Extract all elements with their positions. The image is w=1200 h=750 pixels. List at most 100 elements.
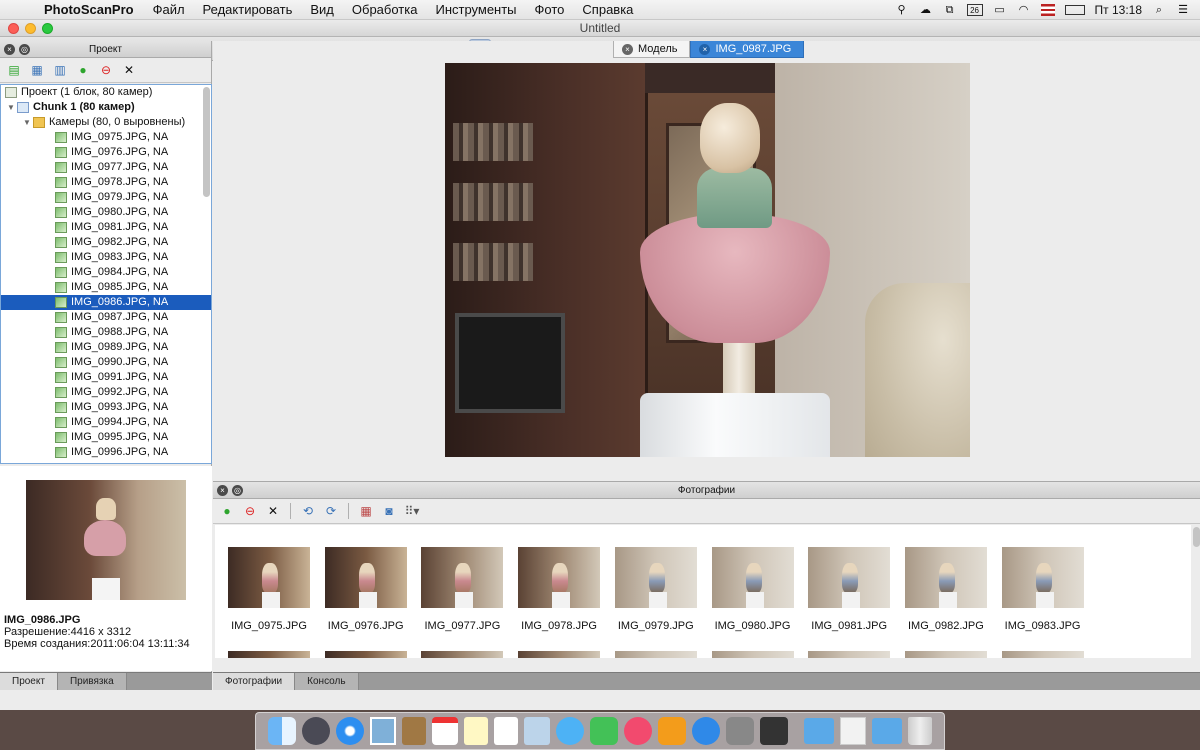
itunes-icon[interactable] [624, 717, 652, 745]
enable-camera-icon[interactable]: ● [217, 501, 237, 521]
tree-camera-row[interactable]: IMG_0976.JPG, NA [1, 145, 211, 160]
tree-camera-row[interactable]: IMG_0984.JPG, NA [1, 265, 211, 280]
menu-edit[interactable]: Редактировать [194, 2, 302, 17]
facetime-icon[interactable] [590, 717, 618, 745]
photo-thumbnail[interactable]: IMG_0983.JPG [1001, 547, 1084, 632]
rotate-left-icon[interactable]: ⟲ [298, 501, 318, 521]
preview-app-icon[interactable] [524, 717, 550, 745]
menu-tools[interactable]: Инструменты [426, 2, 525, 17]
ibooks-icon[interactable] [658, 717, 686, 745]
view-mode-icon[interactable]: ⠿▾ [402, 501, 422, 521]
photo-thumbnail[interactable]: IMG_0976.JPG [324, 547, 407, 632]
tree-camera-row[interactable]: IMG_0979.JPG, NA [1, 190, 211, 205]
photo-thumbnail[interactable] [228, 651, 310, 658]
float-panel-icon[interactable]: ◎ [232, 485, 243, 496]
photo-thumbnail[interactable]: IMG_0980.JPG [711, 547, 794, 632]
expand-arrow-icon[interactable]: ▼ [21, 115, 33, 130]
display-icon[interactable]: ▭ [993, 4, 1007, 16]
trash-icon[interactable] [908, 717, 932, 745]
messages-icon[interactable] [556, 717, 584, 745]
tree-camera-row[interactable]: IMG_0994.JPG, NA [1, 415, 211, 430]
sync-icon[interactable]: ⧉ [943, 4, 957, 16]
photo-thumbnail[interactable]: IMG_0978.JPG [518, 547, 601, 632]
flag-icon[interactable] [1040, 3, 1055, 16]
menu-file[interactable]: Файл [144, 2, 194, 17]
project-tree[interactable]: Проект (1 блок, 80 камер) ▼ Chunk 1 (80 … [0, 84, 212, 464]
photo-thumbnail[interactable] [518, 651, 601, 658]
reminders-icon[interactable] [494, 717, 518, 745]
remove-camera-icon[interactable]: ✕ [263, 501, 283, 521]
tree-camera-row[interactable]: IMG_0981.JPG, NA [1, 220, 211, 235]
photo-thumbnail[interactable] [324, 651, 407, 658]
remove-item-icon[interactable]: ✕ [119, 60, 139, 80]
close-window-button[interactable] [8, 23, 19, 34]
tab-project[interactable]: Проект [0, 673, 58, 690]
photo-thumbnail[interactable]: IMG_0981.JPG [808, 547, 891, 632]
system-preferences-icon[interactable] [726, 717, 754, 745]
calendar-icon[interactable]: 26 [966, 3, 983, 16]
safari-icon[interactable] [336, 717, 364, 745]
spotlight-icon[interactable]: ⌕ [1152, 4, 1166, 16]
notification-center-icon[interactable]: ☰ [1176, 4, 1190, 16]
photo-thumbnail[interactable] [808, 651, 891, 658]
notes-icon[interactable] [464, 717, 488, 745]
float-panel-icon[interactable]: ◎ [19, 44, 30, 55]
tree-camera-row[interactable]: IMG_0978.JPG, NA [1, 175, 211, 190]
menu-app-name[interactable]: PhotoScanPro [34, 2, 144, 17]
applications-folder-icon[interactable] [804, 718, 834, 744]
photo-viewer[interactable] [445, 63, 970, 457]
tree-camera-row[interactable]: IMG_0986.JPG, NA [1, 295, 211, 310]
photo-thumbnail[interactable]: IMG_0975.JPG [228, 547, 310, 632]
tree-camera-row[interactable]: IMG_0980.JPG, NA [1, 205, 211, 220]
tree-camera-row[interactable]: IMG_0990.JPG, NA [1, 355, 211, 370]
menu-workflow[interactable]: Обработка [343, 2, 427, 17]
menu-help[interactable]: Справка [573, 2, 642, 17]
photo-thumbnail[interactable]: IMG_0982.JPG [904, 547, 987, 632]
disable-camera-icon[interactable]: ⊖ [240, 501, 260, 521]
tree-camera-row[interactable]: IMG_0975.JPG, NA [1, 130, 211, 145]
menu-photo[interactable]: Фото [526, 2, 574, 17]
close-panel-icon[interactable]: × [217, 485, 228, 496]
launchpad-icon[interactable] [302, 717, 330, 745]
add-markers-icon[interactable]: ▥ [50, 60, 70, 80]
tree-chunk-row[interactable]: ▼ Chunk 1 (80 камер) [1, 100, 211, 115]
photoscan-icon[interactable] [760, 717, 788, 745]
tree-root-row[interactable]: Проект (1 блок, 80 камер) [1, 85, 211, 100]
tree-camera-row[interactable]: IMG_0983.JPG, NA [1, 250, 211, 265]
photo-thumbnail[interactable] [421, 651, 504, 658]
tree-camera-row[interactable]: IMG_0987.JPG, NA [1, 310, 211, 325]
minimize-window-button[interactable] [25, 23, 36, 34]
tree-camera-row[interactable]: IMG_0995.JPG, NA [1, 430, 211, 445]
tree-camera-row[interactable]: IMG_0996.JPG, NA [1, 445, 211, 460]
photo-thumbnail[interactable]: IMG_0977.JPG [421, 547, 504, 632]
tree-camera-row[interactable]: IMG_0992.JPG, NA [1, 385, 211, 400]
thumbnail-scrollbar[interactable] [1193, 527, 1200, 547]
tree-camera-row[interactable]: IMG_0985.JPG, NA [1, 280, 211, 295]
tab-model[interactable]: × Модель [613, 41, 691, 58]
photo-thumbnail[interactable] [1001, 651, 1084, 658]
photo-thumbnail[interactable] [711, 651, 794, 658]
broom-icon[interactable]: ⚲ [895, 4, 909, 16]
finder-icon[interactable] [268, 717, 296, 745]
tab-photos[interactable]: Фотографии [213, 673, 296, 690]
rotate-right-icon[interactable]: ⟳ [321, 501, 341, 521]
tree-camera-row[interactable]: IMG_0993.JPG, NA [1, 400, 211, 415]
tree-camera-row[interactable]: IMG_0977.JPG, NA [1, 160, 211, 175]
tree-camera-row[interactable]: IMG_0991.JPG, NA [1, 370, 211, 385]
reset-mask-icon[interactable]: ▦ [356, 501, 376, 521]
close-panel-icon[interactable]: × [4, 44, 15, 55]
calendar-dock-icon[interactable] [432, 717, 458, 745]
zoom-window-button[interactable] [42, 23, 53, 34]
battery-icon[interactable] [1064, 4, 1085, 15]
add-chunk-icon[interactable]: ▤ [4, 60, 24, 80]
tab-reference[interactable]: Привязка [57, 673, 127, 690]
cloud-icon[interactable]: ☁ [919, 4, 933, 16]
tree-camera-row[interactable]: IMG_0982.JPG, NA [1, 235, 211, 250]
tree-cameras-row[interactable]: ▼ Камеры (80, 0 выровнены) [1, 115, 211, 130]
disable-camera-icon[interactable]: ⊖ [96, 60, 116, 80]
close-tab-icon[interactable]: × [622, 43, 633, 55]
add-photos-icon[interactable]: ▦ [27, 60, 47, 80]
expand-arrow-icon[interactable]: ▼ [5, 100, 17, 115]
photo-thumbnail[interactable]: IMG_0979.JPG [614, 547, 697, 632]
photo-thumbnail[interactable] [614, 651, 697, 658]
